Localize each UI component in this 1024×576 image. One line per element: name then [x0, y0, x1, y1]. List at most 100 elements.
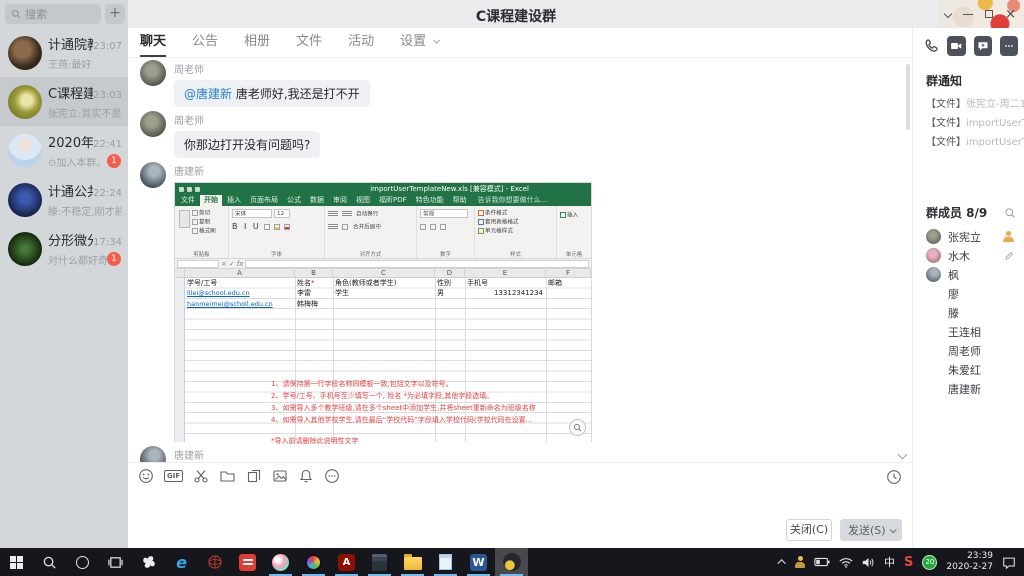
avatar — [8, 36, 42, 70]
video-call-icon[interactable] — [947, 36, 965, 56]
excel-quick-access-icons — [175, 187, 200, 192]
sogou-ime-icon[interactable]: S — [904, 555, 913, 570]
chevron-down-icon[interactable] — [433, 37, 440, 44]
tray-expand-icon[interactable] — [777, 559, 785, 567]
chat-time: 23:03 — [93, 90, 122, 101]
pinwheel-icon — [141, 554, 157, 570]
chat-time: 22:41 — [93, 139, 122, 150]
member-search-icon[interactable] — [1004, 207, 1016, 219]
excel-tab-foxitpdf: 福昕PDF — [375, 195, 411, 206]
chat-list-item[interactable]: 计通院教学23:07 王燕:最好 — [0, 28, 128, 77]
avatar — [8, 232, 42, 266]
message-list[interactable]: 周老师 @唐建新 唐老师好,我还是打不开 周老师 你那边打开没有问题吗? 唐建新 — [128, 58, 912, 462]
avatar[interactable] — [140, 162, 166, 188]
excel-tab-help: 帮助 — [449, 195, 471, 206]
message-history-icon[interactable] — [886, 469, 902, 485]
file-explorer-button[interactable] — [396, 548, 429, 576]
tab-announcement[interactable]: 公告 — [192, 28, 218, 58]
gif-icon[interactable]: GIF — [164, 470, 183, 482]
image-zoom-icon[interactable] — [569, 419, 586, 436]
notice-item[interactable]: 【文件】importUserTe... — [913, 131, 1024, 150]
qq-tray-icon[interactable] — [795, 556, 805, 568]
tab-files[interactable]: 文件 — [296, 28, 322, 58]
bell-icon[interactable] — [298, 468, 314, 484]
notice-item[interactable]: 【文件】张宪立-周二1. ... — [913, 93, 1024, 112]
message: 唐建新 importUserTemplateNew.xls [兼容模式] - E… — [140, 162, 912, 442]
notepad-button[interactable] — [429, 548, 462, 576]
send-file-folder-icon[interactable] — [219, 468, 236, 484]
send-button[interactable]: 发送(S) — [840, 519, 902, 541]
member-row[interactable]: 周老师 — [913, 341, 1024, 360]
task-view-button[interactable] — [99, 548, 132, 576]
calculator-button[interactable] — [363, 548, 396, 576]
collapse-icon[interactable] — [944, 10, 952, 18]
tab-album[interactable]: 相册 — [244, 28, 270, 58]
chat-list-item[interactable]: 分形微分几17:34 对什么都好奇... 1 — [0, 224, 128, 273]
battery-percent-badge[interactable]: 20 — [922, 555, 937, 570]
member-row[interactable]: 朱爱红 — [913, 360, 1024, 379]
member-row[interactable]: 枫 — [913, 265, 1024, 284]
send-image-icon[interactable] — [272, 468, 288, 484]
unread-badge: 1 — [107, 252, 121, 266]
window-shake-icon[interactable] — [246, 468, 262, 484]
scrollbar[interactable] — [906, 64, 910, 130]
voice-call-icon[interactable] — [923, 37, 939, 55]
avatar[interactable] — [140, 60, 166, 86]
member-row[interactable]: 水木 — [913, 246, 1024, 265]
speaker-icon[interactable] — [862, 557, 875, 568]
cortana-button[interactable] — [66, 548, 99, 576]
word-button[interactable]: W — [462, 548, 495, 576]
search-input[interactable]: 搜索 — [5, 4, 101, 24]
avatar[interactable] — [140, 111, 166, 137]
atom-app-button[interactable] — [198, 548, 231, 576]
excel-footer-note: *导入前请删除此说明性文字 — [271, 436, 359, 446]
chat-list-item[interactable]: 计通公共课22:24 滕:不稳定,刚才前... — [0, 175, 128, 224]
sender-name: 唐建新 — [174, 163, 592, 178]
maximize-icon[interactable] — [985, 10, 993, 18]
tab-activity[interactable]: 活动 — [348, 28, 374, 58]
red-app-button[interactable] — [231, 548, 264, 576]
message-text: 唐老师好,我还是打不开 — [236, 87, 360, 101]
excel-screenshot-image[interactable]: importUserTemplateNew.xls [兼容模式] - Excel… — [174, 182, 592, 442]
pinwheel-app-button[interactable] — [132, 548, 165, 576]
tim-button[interactable] — [495, 548, 528, 576]
minimize-icon[interactable] — [963, 14, 973, 15]
color-wheel-app-button[interactable] — [297, 548, 330, 576]
paint-app-button[interactable] — [264, 548, 297, 576]
chat-list-item-selected[interactable]: C课程建设群23:03 张宪立:其实不是要... — [0, 77, 128, 126]
panel-more-icon[interactable] — [1000, 36, 1018, 56]
member-row[interactable]: 王连相 — [913, 322, 1024, 341]
unread-badge: 1 — [107, 154, 121, 168]
tab-settings[interactable]: 设置 — [400, 28, 426, 58]
more-icon[interactable] — [324, 468, 340, 484]
close-icon[interactable]: × — [1005, 8, 1016, 21]
excel-tab-home: 开始 — [200, 195, 222, 206]
emoji-icon[interactable] — [138, 468, 154, 484]
acrobat-button[interactable]: A — [330, 548, 363, 576]
start-button[interactable] — [0, 548, 33, 576]
edge-browser-button[interactable]: e — [165, 548, 198, 576]
mention-link[interactable]: @唐建新 — [184, 87, 232, 101]
action-center-icon[interactable] — [1002, 556, 1016, 569]
add-button[interactable]: + — [105, 4, 125, 24]
chat-list-item[interactable]: 2020年春C22:41 ⊙加入本群。 1 — [0, 126, 128, 175]
member-row[interactable]: 滕 — [913, 303, 1024, 322]
battery-icon[interactable] — [814, 557, 830, 567]
taskbar-search-button[interactable] — [33, 548, 66, 576]
member-row[interactable]: 廖 — [913, 284, 1024, 303]
chat-time: 23:07 — [93, 41, 122, 52]
screenshot-scissors-icon[interactable] — [193, 468, 209, 484]
taskbar-clock[interactable]: 23:39 2020-2-27 — [946, 551, 993, 573]
close-button[interactable]: 关闭(C) — [786, 519, 832, 541]
create-chat-icon[interactable] — [974, 36, 992, 56]
avatar — [8, 85, 42, 119]
ime-indicator[interactable]: 中 — [884, 554, 895, 570]
member-row[interactable]: 张宪立 — [913, 227, 1024, 246]
tab-chat[interactable]: 聊天 — [140, 28, 166, 58]
avatar[interactable] — [140, 446, 166, 462]
notice-item[interactable]: 【文件】importUserTe... — [913, 112, 1024, 131]
send-options-caret-icon[interactable] — [890, 526, 897, 533]
member-row[interactable]: 唐建新 — [913, 379, 1024, 398]
wifi-icon[interactable] — [839, 557, 853, 568]
composer[interactable]: GIF 关闭(C) 发送(S) — [128, 462, 912, 548]
